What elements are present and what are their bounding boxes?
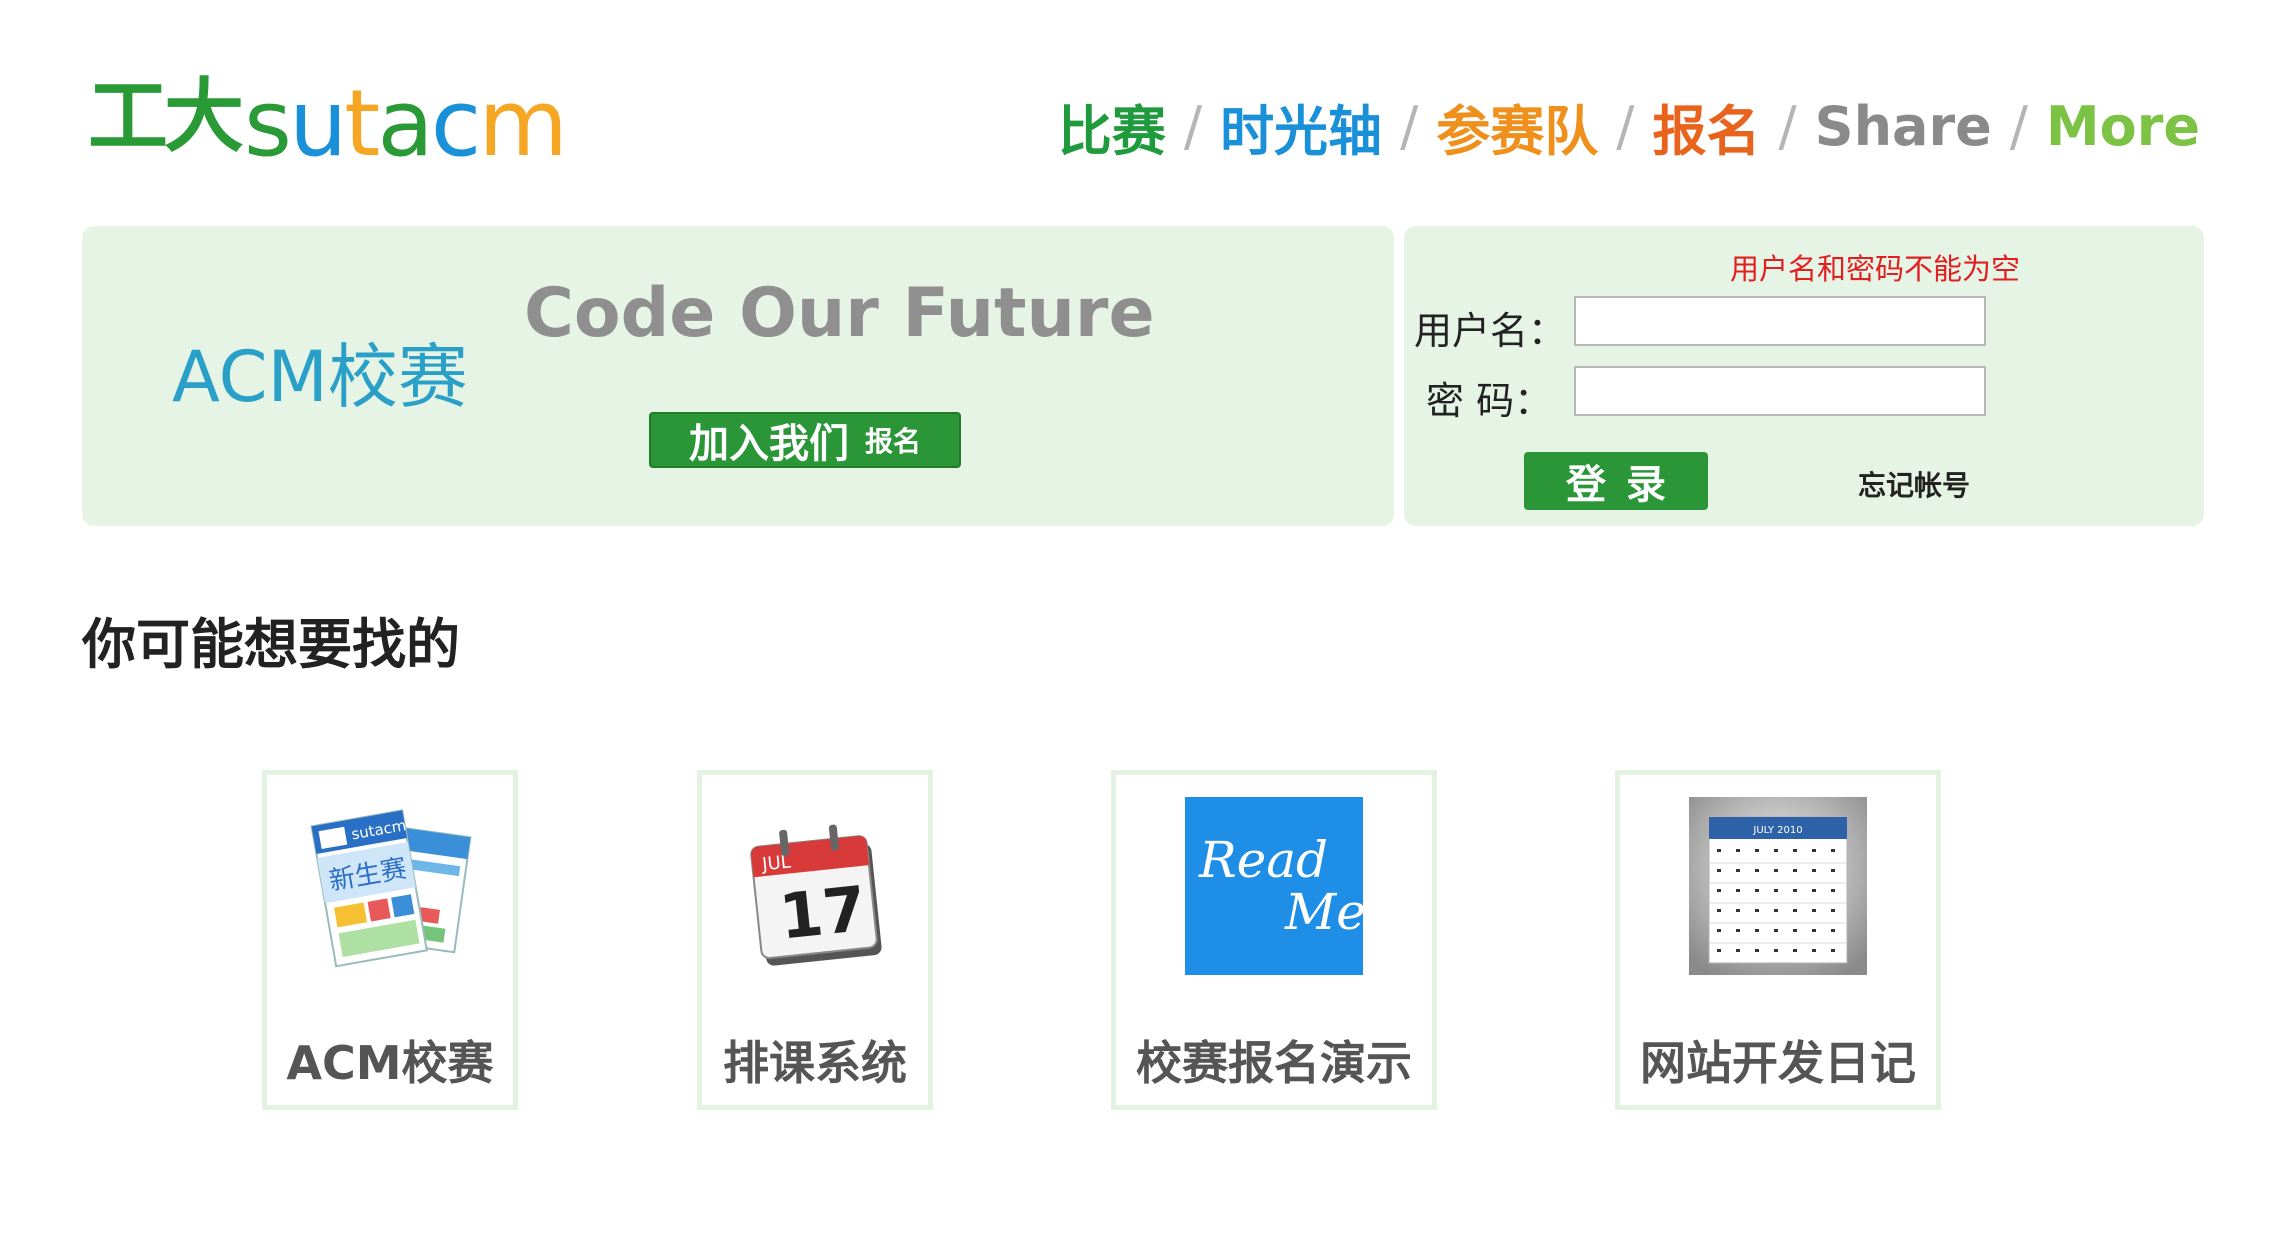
logo-chinese-text: 工大 (88, 69, 244, 163)
calendar-day-dot (1755, 929, 1759, 932)
calendar-day-dot (1812, 849, 1816, 852)
username-label: 用户名： (1414, 309, 1567, 353)
calendar-day-dot (1736, 909, 1740, 912)
calendar-day-dot (1736, 889, 1740, 892)
calendar-grid-icon: JULY 2010 (1689, 797, 1867, 975)
site-logo[interactable]: 工大 sutacm (88, 60, 568, 170)
calendar-day-dot (1793, 929, 1797, 932)
nav-separator: / (1778, 94, 1797, 158)
calendar-grid-header: JULY 2010 (1752, 825, 1802, 836)
password-input[interactable] (1574, 366, 1986, 416)
calendar-day-dot (1812, 949, 1816, 952)
nav-item-share[interactable]: Share (1815, 95, 1992, 158)
logo-english-text: sutacm (244, 78, 568, 170)
suggestion-card-registration-demo[interactable]: Read Me 校赛报名演示 (1111, 770, 1437, 1110)
suggestions-heading: 你可能想要找的 (82, 613, 460, 676)
logo-letter: s (244, 70, 292, 177)
suggestion-label: 校赛报名演示 (1136, 1036, 1412, 1090)
calendar-day-text: 17 (776, 872, 869, 954)
hero-title: ACM校赛 (172, 336, 468, 418)
calendar-day-dot (1793, 869, 1797, 872)
username-input[interactable] (1574, 296, 1986, 346)
nav-separator: / (1183, 94, 1203, 158)
nav-item-register[interactable]: 报名 (1652, 87, 1760, 166)
logo-letter: a (377, 70, 433, 177)
password-label: 密 码： (1426, 379, 1553, 423)
calendar-day-dot (1736, 929, 1740, 932)
calendar-day-dot (1831, 849, 1835, 852)
hero-banner: ACM校赛 Code Our Future 加入我们 报名 (82, 226, 1394, 526)
calendar-day-dot (1774, 889, 1778, 892)
calendar-day-dot (1793, 849, 1797, 852)
calendar-day-dot (1755, 849, 1759, 852)
readme-word-me: Me (1285, 883, 1366, 941)
calendar-day-dot (1793, 889, 1797, 892)
logo-letter: c (430, 70, 482, 177)
calendar-day-dot (1831, 949, 1835, 952)
calendar-day-dot (1717, 849, 1721, 852)
nav-separator: / (2009, 94, 2028, 158)
main-nav: 比赛 / 时光轴 / 参赛队 / 报名 / Share / More (1058, 88, 2200, 164)
suggestion-label: 排课系统 (723, 1036, 907, 1090)
calendar-day-dot (1812, 889, 1816, 892)
nav-item-timeline[interactable]: 时光轴 (1220, 87, 1382, 166)
calendar-day-dot (1774, 869, 1778, 872)
logo-letter: t (344, 70, 380, 177)
forgot-account-link[interactable]: 忘记帐号 (1858, 464, 1970, 504)
calendar-day-dot (1774, 949, 1778, 952)
calendar-day-dot (1831, 929, 1835, 932)
calendar-day-dot (1812, 909, 1816, 912)
calendar-day-dot (1831, 869, 1835, 872)
calendar-day-dot (1717, 889, 1721, 892)
nav-item-teams[interactable]: 参赛队 (1436, 87, 1598, 166)
calendar-day-dot (1831, 889, 1835, 892)
calendar-day-dot (1736, 849, 1740, 852)
calendar-day-dot (1774, 929, 1778, 932)
readme-icon: Read Me (1185, 797, 1366, 975)
calendar-day-dot (1736, 949, 1740, 952)
calendar-day-dot (1812, 929, 1816, 932)
logo-letter: m (478, 70, 568, 177)
calendar-day-dot (1774, 909, 1778, 912)
suggestion-card-acm[interactable]: sutacm 新生赛 ACM校赛 (262, 770, 518, 1110)
calendar-day-dot (1717, 929, 1721, 932)
calendar-icon: JUL 17 (726, 797, 904, 975)
suggestion-label: 网站开发日记 (1640, 1036, 1916, 1090)
suggestion-card-scheduling[interactable]: JUL 17 排课系统 (697, 770, 933, 1110)
calendar-day-dot (1717, 949, 1721, 952)
hero-slogan: Code Our Future (524, 274, 1155, 353)
calendar-day-dot (1774, 849, 1778, 852)
logo-letter: u (288, 70, 347, 177)
calendar-day-dot (1755, 949, 1759, 952)
join-button-label: 加入我们 (688, 421, 849, 467)
nav-item-contest[interactable]: 比赛 (1058, 87, 1166, 166)
join-button-sublabel: 报名 (864, 425, 921, 458)
calendar-day-dot (1755, 869, 1759, 872)
suggestion-card-dev-diary[interactable]: JULY 2010 网站开发日记 (1615, 770, 1941, 1110)
login-error-message: 用户名和密码不能为空 (1730, 252, 2021, 286)
acm-poster-icon: sutacm 新生赛 (301, 797, 479, 975)
nav-separator: / (1400, 94, 1419, 158)
calendar-day-dot (1812, 869, 1816, 872)
calendar-day-dot (1717, 869, 1721, 872)
calendar-day-dot (1736, 869, 1740, 872)
calendar-day-dot (1755, 909, 1759, 912)
readme-word-read: Read (1199, 830, 1329, 889)
join-us-button[interactable]: 加入我们 报名 (649, 412, 961, 468)
suggestion-label: ACM校赛 (286, 1036, 494, 1090)
nav-separator: / (1616, 94, 1635, 158)
calendar-day-dot (1793, 909, 1797, 912)
calendar-day-dot (1831, 909, 1835, 912)
calendar-day-dot (1793, 949, 1797, 952)
login-panel: 用户名和密码不能为空 用户名： 密 码： 登录 忘记帐号 (1404, 226, 2204, 526)
nav-item-more[interactable]: More (2046, 95, 2200, 158)
login-button[interactable]: 登录 (1524, 452, 1708, 510)
calendar-day-dot (1717, 909, 1721, 912)
calendar-day-dot (1755, 889, 1759, 892)
